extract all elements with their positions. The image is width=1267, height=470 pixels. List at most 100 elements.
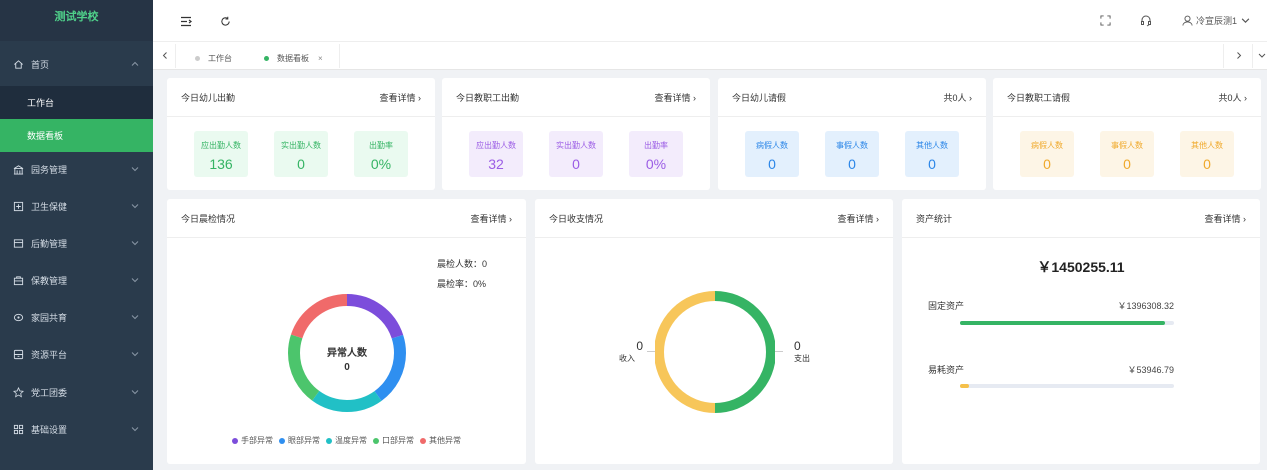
stat-box: 其他人数 0 <box>1180 131 1234 177</box>
sidebar-item-label: 基础设置 <box>31 425 68 435</box>
chevron-down-icon <box>131 278 139 283</box>
sidebar-item-health-care[interactable]: 卫生保健 <box>0 188 153 225</box>
sidebar-item-party[interactable]: 党工团委 <box>0 374 153 411</box>
sidebar: 测试学校 首页 工作台 数据看板 园务管理 卫生保健 后勤管理 保教管理 家园共… <box>0 0 153 470</box>
card-title: 今日幼儿请假 <box>732 92 787 103</box>
donut-center-label: 异常人数 <box>327 348 367 359</box>
chevron-down-icon <box>1241 18 1250 23</box>
view-details-link[interactable]: 查看详情 › <box>837 212 879 225</box>
home-icon <box>12 59 24 71</box>
tab-label: 数据看板 <box>277 53 309 63</box>
consumable-assets-value: ￥53946.79 <box>1127 365 1174 375</box>
progress-fill <box>960 384 969 388</box>
health-icon <box>12 201 24 213</box>
stat-box: 其他人数 0 <box>905 131 959 177</box>
chevron-down-icon <box>131 167 139 172</box>
sidebar-item-label: 保教管理 <box>31 276 68 286</box>
location-icon <box>12 312 24 324</box>
legend-item[interactable]: 口部异常 <box>373 435 414 446</box>
user-icon <box>1182 15 1193 26</box>
staff-leave-card: 今日教职工请假 共0人 › 病假人数 0 事假人数 0 其他人数 0 <box>993 78 1261 190</box>
tab-label: 工作台 <box>208 53 232 63</box>
morning-check-card: 今日晨检情况 查看详情 › 晨检人数：0 晨检率：0% 异常人数 0 手部异常 眼… <box>167 199 526 464</box>
consumable-assets-progress <box>960 384 1174 388</box>
total-link[interactable]: 共0人 › <box>943 91 972 104</box>
sidebar-item-label: 卫生保健 <box>31 202 68 212</box>
headset-icon[interactable] <box>1140 14 1152 27</box>
close-icon[interactable]: × <box>318 54 323 63</box>
child-attendance-card: 今日幼儿出勤 查看详情 › 应出勤人数 136 实出勤人数 0 出勤率 0% <box>167 78 435 190</box>
check-rate: 晨检率：0% <box>437 279 487 289</box>
chevron-right-icon[interactable] <box>1235 51 1243 60</box>
sidebar-item-label: 后勤管理 <box>31 239 68 249</box>
stat-box: 病假人数 0 <box>745 131 799 177</box>
card-title: 今日收支情况 <box>549 213 604 224</box>
chevron-up-icon <box>131 61 139 66</box>
chevron-down-icon <box>131 427 139 432</box>
sidebar-item-label: 家园共育 <box>31 313 68 323</box>
stat-box: 应出勤人数 136 <box>194 131 248 177</box>
income-label: 收入 <box>619 354 635 363</box>
view-details-link[interactable]: 查看详情 › <box>470 212 512 225</box>
card-title: 今日教职工出勤 <box>456 92 520 103</box>
expense-label: 支出 <box>794 354 810 363</box>
sidebar-item-home[interactable]: 首页 <box>0 46 153 83</box>
grid-icon <box>12 424 24 436</box>
star-icon <box>12 387 24 399</box>
user-menu[interactable]: 冷宣辰测1 <box>1182 14 1250 27</box>
staff-attendance-card: 今日教职工出勤 查看详情 › 应出勤人数 32 实出勤人数 0 出勤率 0% <box>442 78 710 190</box>
chevron-down-icon <box>131 352 139 357</box>
total-link[interactable]: 共0人 › <box>1218 91 1247 104</box>
check-count: 晨检人数：0 <box>437 259 488 269</box>
sidebar-item-dashboard[interactable]: 数据看板 <box>0 119 153 152</box>
assets-total: ￥1450255.11 <box>1037 259 1125 275</box>
archive-icon <box>12 349 24 361</box>
sidebar-item-settings[interactable]: 基础设置 <box>0 411 153 448</box>
progress-fill <box>960 321 1166 325</box>
card-title: 今日幼儿出勤 <box>181 92 236 103</box>
briefcase-icon <box>12 275 24 287</box>
finance-donut <box>655 291 775 413</box>
tab-workbench[interactable]: 工作台 <box>195 46 232 70</box>
sidebar-item-label: 园务管理 <box>31 165 68 175</box>
fixed-assets-value: ￥1396308.32 <box>1117 301 1174 311</box>
app-logo: 测试学校 <box>0 0 153 41</box>
box-icon <box>12 238 24 250</box>
building-icon <box>12 164 24 176</box>
view-details-link[interactable]: 查看详情 › <box>379 91 421 104</box>
legend-item[interactable]: 眼部异常 <box>279 435 320 446</box>
chevron-down-icon <box>131 204 139 209</box>
sidebar-item-resources[interactable]: 资源平台 <box>0 336 153 373</box>
fullscreen-icon[interactable] <box>1100 15 1111 26</box>
finance-card: 今日收支情况 查看详情 › 0 收入 0 支出 <box>535 199 893 464</box>
user-name: 冷宣辰测1 <box>1196 16 1238 26</box>
tab-dot <box>264 55 269 61</box>
stat-box: 事假人数 0 <box>825 131 879 177</box>
chart-legend: 手部异常 眼部异常 温度异常 口部异常 其他异常 <box>167 435 526 446</box>
sidebar-item-label: 资源平台 <box>31 350 68 360</box>
sidebar-item-home-school[interactable]: 家园共育 <box>0 299 153 336</box>
fixed-assets-progress <box>960 321 1174 325</box>
refresh-icon[interactable] <box>220 16 231 27</box>
sidebar-item-label: 工作台 <box>27 98 55 108</box>
stat-box: 应出勤人数 32 <box>469 131 523 177</box>
legend-item[interactable]: 其他异常 <box>420 435 461 446</box>
sidebar-item-logistics[interactable]: 后勤管理 <box>0 225 153 262</box>
chevron-down-icon[interactable] <box>1258 51 1266 60</box>
legend-item[interactable]: 手部异常 <box>232 435 273 446</box>
view-details-link[interactable]: 查看详情 › <box>1204 212 1246 225</box>
legend-item[interactable]: 温度异常 <box>326 435 367 446</box>
donut-center-value: 0 <box>344 362 350 373</box>
sidebar-item-education[interactable]: 保教管理 <box>0 262 153 299</box>
stat-box: 出勤率 0% <box>354 131 408 177</box>
tab-dashboard[interactable]: 数据看板 × <box>264 46 323 70</box>
chevron-left-icon[interactable] <box>161 51 169 60</box>
view-details-link[interactable]: 查看详情 › <box>654 91 696 104</box>
sidebar-item-campus-affairs[interactable]: 园务管理 <box>0 151 153 188</box>
income-value: 0 <box>636 339 643 353</box>
sidebar-item-workbench[interactable]: 工作台 <box>0 86 153 119</box>
fixed-assets-label: 固定资产 <box>928 301 965 311</box>
menu-fold-icon[interactable] <box>180 16 192 27</box>
card-title: 今日教职工请假 <box>1007 92 1071 103</box>
stat-box: 实出勤人数 0 <box>274 131 328 177</box>
